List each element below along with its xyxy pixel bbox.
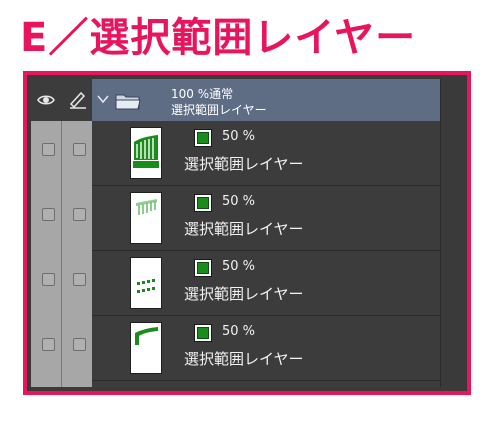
folder-name: 選択範囲レイヤー xyxy=(171,103,267,117)
layer-panel-frame: 100 %通常 選択範囲レイヤー 50 % 選択範囲レイヤー 50 % 選択範囲… xyxy=(23,71,471,395)
layer-name: 選択範囲レイヤー xyxy=(184,220,304,238)
chevron-down-icon[interactable] xyxy=(97,91,109,107)
edit-checkbox[interactable] xyxy=(73,338,86,351)
eye-icon[interactable] xyxy=(37,91,55,109)
visibility-checkbox[interactable] xyxy=(42,208,55,221)
visibility-checkbox[interactable] xyxy=(42,143,55,156)
visibility-checkbox[interactable] xyxy=(42,273,55,286)
layer-thumbnail xyxy=(130,127,162,179)
edit-checkbox[interactable] xyxy=(73,143,86,156)
layer-opacity: 50 % xyxy=(222,129,256,144)
layer-opacity: 50 % xyxy=(222,259,256,274)
layer-name: 選択範囲レイヤー xyxy=(184,350,304,368)
page-heading: E／選択範囲レイヤー xyxy=(20,15,417,61)
folder-opacity-blend: 100 %通常 xyxy=(171,87,234,101)
layer-name: 選択範囲レイヤー xyxy=(184,285,304,303)
layer-row[interactable]: 50 % 選択範囲レイヤー xyxy=(42,251,441,316)
layer-row[interactable]: 50 % 選択範囲レイヤー xyxy=(42,316,441,381)
layer-panel: 100 %通常 選択範囲レイヤー 50 % 選択範囲レイヤー 50 % 選択範囲… xyxy=(31,79,463,387)
layer-folder-row[interactable]: 100 %通常 選択範囲レイヤー xyxy=(31,79,441,121)
edit-checkbox[interactable] xyxy=(73,273,86,286)
layer-name: 選択範囲レイヤー xyxy=(184,155,304,173)
layer-thumbnail xyxy=(130,192,162,244)
layer-row[interactable]: 50 % 選択範囲レイヤー xyxy=(42,186,441,251)
layer-mask-icon xyxy=(194,194,212,212)
layer-mask-icon xyxy=(194,129,212,147)
edit-checkbox[interactable] xyxy=(73,208,86,221)
layer-row[interactable]: 50 % 選択範囲レイヤー xyxy=(42,121,441,186)
column-divider xyxy=(61,79,62,387)
layer-opacity: 50 % xyxy=(222,324,256,339)
layer-thumbnail xyxy=(130,322,162,374)
folder-row-toggles xyxy=(31,79,92,121)
folder-icon xyxy=(115,91,141,111)
pen-icon[interactable] xyxy=(68,89,88,109)
layer-mask-icon xyxy=(194,259,212,277)
layer-opacity: 50 % xyxy=(222,194,256,209)
layer-mask-icon xyxy=(194,324,212,342)
layer-thumbnail xyxy=(130,257,162,309)
visibility-checkbox[interactable] xyxy=(42,338,55,351)
scrollbar[interactable] xyxy=(440,79,463,387)
